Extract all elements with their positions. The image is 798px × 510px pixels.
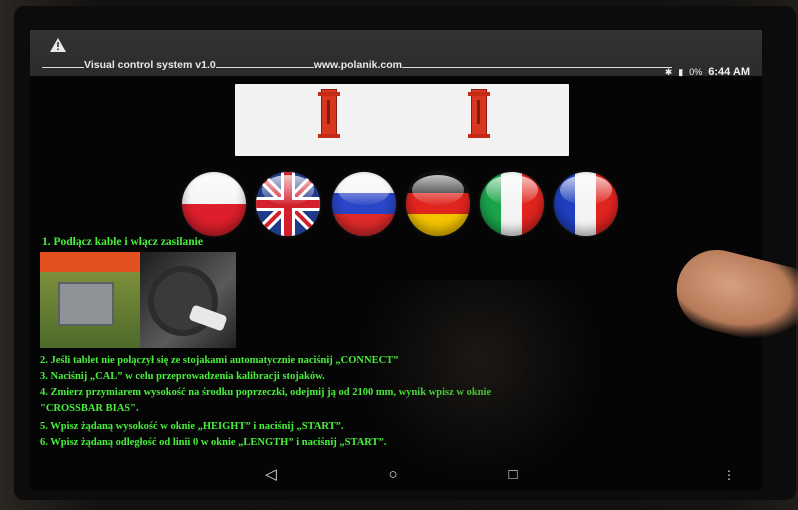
cable-connection-photo xyxy=(40,252,236,348)
instruction-step-4-continued: "CROSSBAR BIAS". xyxy=(40,403,139,414)
app-title-line: Visual control system v1.0 www.polanik.co… xyxy=(42,57,682,73)
instruction-step-3: 3. Naciśnij „CAL” w celu przeprowadzenia… xyxy=(40,371,325,382)
clock: 6:44 AM xyxy=(708,66,750,78)
back-icon[interactable]: ◁ xyxy=(260,464,282,486)
warning-icon xyxy=(50,38,66,52)
language-selector xyxy=(178,172,618,240)
battery-icon: ▮ xyxy=(678,66,684,77)
home-icon[interactable]: ○ xyxy=(382,464,404,486)
recent-apps-icon[interactable]: □ xyxy=(502,464,524,486)
instruction-step-2: 2. Jeśli tablet nie połączył się ze stoj… xyxy=(40,355,399,366)
system-status: ✱ ▮ 0% 6:44 AM xyxy=(665,66,750,78)
android-nav-bar: ◁ ○ □ ⋮ xyxy=(30,460,762,490)
website-label: www.polanik.com xyxy=(313,59,402,71)
flag-italian-button[interactable] xyxy=(480,172,544,236)
stands-indicator-panel xyxy=(235,84,569,156)
menu-dots-icon[interactable]: ⋮ xyxy=(718,464,740,486)
bluetooth-icon: ✱ xyxy=(664,66,673,77)
screen-reflection xyxy=(360,280,600,480)
tablet-screen: Visual control system v1.0 www.polanik.co… xyxy=(30,30,762,490)
battery-percent: 0% xyxy=(689,67,703,77)
flag-french-button[interactable] xyxy=(554,172,618,236)
instruction-step-5: 5. Wpisz żądaną wysokość w oknie „HEIGHT… xyxy=(40,421,344,432)
status-bar: Visual control system v1.0 www.polanik.co… xyxy=(30,30,762,78)
instruction-step-1: 1. Podłącz kable i włącz zasilanie xyxy=(42,236,203,248)
stand-right xyxy=(468,89,490,138)
flag-polish-button[interactable] xyxy=(182,172,246,236)
flag-russian-button[interactable] xyxy=(332,172,396,236)
app-title: Visual control system v1.0 xyxy=(84,59,216,71)
flag-german-button[interactable] xyxy=(406,172,470,236)
instruction-step-6: 6. Wpisz żądaną odległość od linii 0 w o… xyxy=(40,437,387,448)
stand-left xyxy=(318,89,340,138)
flag-english-button[interactable] xyxy=(256,172,320,236)
